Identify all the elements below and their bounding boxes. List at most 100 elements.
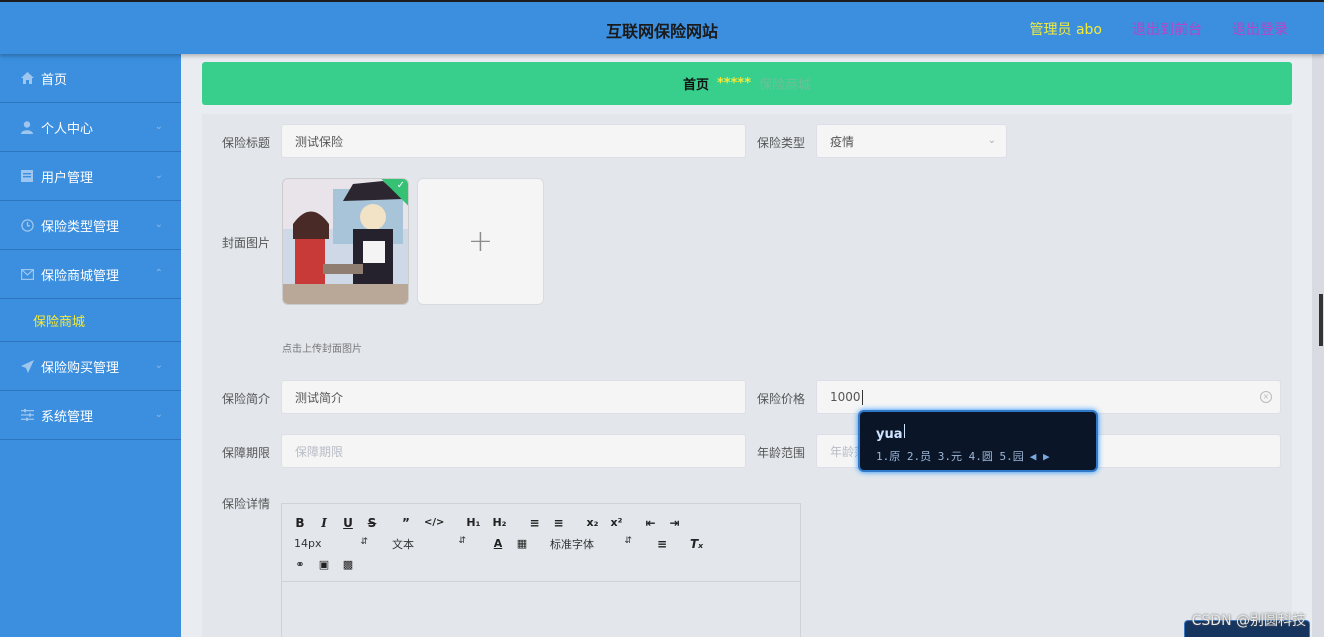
sidebar-item-home[interactable]: 首页 — [0, 54, 181, 103]
bullet-list-button[interactable]: ≡ — [552, 516, 564, 530]
heading1-button[interactable]: H₁ — [466, 516, 480, 529]
type-select[interactable]: 疫情 ⌄ — [816, 124, 1007, 158]
table-icon — [20, 169, 34, 183]
chevron-down-icon: ⌄ — [154, 170, 163, 181]
image-icon[interactable]: ▣ — [318, 558, 330, 571]
font-family-value: 标准字体 — [550, 537, 594, 551]
period-placeholder: 保障期限 — [295, 444, 344, 459]
font-size-select[interactable]: 14px ⇵ — [294, 537, 368, 550]
underline-button[interactable]: U — [342, 516, 354, 530]
admin-label: 管理员 abo — [1029, 22, 1102, 38]
send-icon — [20, 359, 34, 373]
clock-icon — [20, 218, 34, 232]
select-arrows-icon: ⇵ — [624, 535, 632, 546]
price-input[interactable]: 1000 × — [816, 380, 1281, 414]
sidebar-item-purchase[interactable]: 保险购买管理 ⌄ — [0, 342, 181, 391]
scrollbar-thumb[interactable] — [1319, 294, 1323, 346]
select-arrows-icon: ⇵ — [360, 537, 368, 547]
ime-candidates[interactable]: 1.原 2.员 3.元 4.圆 5.园 ◀ ▶ — [876, 448, 1050, 464]
insurance-form: 保险标题 测试保险 保险类型 疫情 ⌄ 封面图片 ✓ + 点击上传封面图片 保险… — [202, 114, 1292, 637]
user-icon — [20, 120, 34, 134]
upload-cover-button[interactable]: + — [417, 178, 544, 305]
heading2-button[interactable]: H₂ — [492, 516, 506, 529]
sidebar-item-label: 个人中心 — [41, 121, 94, 137]
price-label: 保险价格 — [757, 392, 806, 406]
title-label: 保险标题 — [222, 136, 271, 150]
sidebar-item-system[interactable]: 系统管理 ⌄ — [0, 391, 181, 440]
age-label: 年龄范围 — [757, 446, 806, 460]
title-input[interactable]: 测试保险 — [281, 124, 746, 158]
link-icon[interactable]: ⚭ — [294, 558, 306, 571]
clear-icon[interactable]: × — [1260, 391, 1272, 403]
chevron-up-icon: ⌃ — [154, 268, 163, 279]
period-label: 保障期限 — [222, 446, 271, 460]
ime-input-text: yua — [876, 427, 903, 442]
price-value: 1000 — [830, 390, 861, 404]
ime-page-arrows-icon[interactable]: ◀ ▶ — [1030, 450, 1050, 463]
sidebar-item-label: 用户管理 — [41, 170, 94, 186]
sidebar-item-label: 保险商城管理 — [41, 268, 120, 284]
code-button[interactable]: </> — [424, 517, 444, 528]
exit-to-front-link[interactable]: 退出到前台 — [1132, 19, 1202, 39]
sidebar-subitem-label: 保险商城 — [33, 314, 86, 330]
sliders-icon — [20, 408, 34, 422]
sidebar: 首页 个人中心 ⌄ 用户管理 ⌄ 保险类型管理 ⌄ 保险商城管理 ⌃ 保险商城 — [0, 54, 181, 637]
italic-button[interactable]: I — [318, 516, 330, 530]
detail-label: 保险详情 — [222, 497, 271, 511]
video-icon[interactable]: ▩ — [342, 558, 354, 571]
sidebar-subitem-mall[interactable]: 保险商城 — [0, 299, 181, 342]
breadcrumb-separator: ***** — [717, 76, 751, 91]
upload-hint: 点击上传封面图片 — [282, 344, 362, 355]
sidebar-item-insurance-type[interactable]: 保险类型管理 ⌄ — [0, 201, 181, 250]
subscript-button[interactable]: x₂ — [586, 516, 599, 529]
align-button[interactable]: ≡ — [656, 537, 668, 551]
cover-label: 封面图片 — [222, 236, 271, 250]
chevron-down-icon: ⌄ — [154, 360, 163, 371]
sidebar-item-personal[interactable]: 个人中心 ⌄ — [0, 103, 181, 152]
font-color-button[interactable]: A — [492, 537, 504, 550]
superscript-button[interactable]: x² — [610, 516, 623, 529]
breadcrumb-current: 保险商城 — [759, 78, 812, 93]
ordered-list-button[interactable]: ≡ — [528, 516, 540, 530]
logout-link[interactable]: 退出登录 — [1232, 19, 1288, 39]
home-icon — [20, 71, 34, 85]
text-caret — [861, 389, 863, 405]
ime-candidate-list: 1.原 2.员 3.元 4.圆 5.园 — [876, 450, 1024, 463]
intro-input[interactable]: 测试简介 — [281, 380, 746, 414]
sidebar-item-label: 首页 — [41, 72, 68, 88]
select-arrows-icon: ⇵ — [458, 535, 466, 546]
header-actions: 管理员 abo 退出到前台 退出登录 — [1030, 19, 1288, 39]
type-label: 保险类型 — [757, 136, 806, 150]
bold-button[interactable]: B — [294, 516, 306, 530]
cover-image-thumbnail[interactable]: ✓ — [282, 178, 409, 305]
background-color-button[interactable]: ▦ — [516, 537, 528, 550]
chevron-down-icon: ⌄ — [154, 121, 163, 132]
font-size-value: 14px — [294, 537, 322, 550]
outdent-button[interactable]: ⇤ — [644, 516, 656, 530]
ime-composition: yua — [876, 424, 905, 442]
page-scrollbar[interactable] — [1312, 54, 1324, 637]
indent-button[interactable]: ⇥ — [668, 516, 680, 530]
breadcrumb-home[interactable]: 首页 — [683, 74, 709, 93]
chevron-down-icon: ⌄ — [154, 409, 163, 420]
top-header: 互联网保险网站 管理员 abo 退出到前台 退出登录 — [0, 0, 1324, 54]
watermark: CSDN @别圆科技 — [1191, 613, 1306, 629]
chevron-down-icon: ⌄ — [154, 219, 163, 230]
sidebar-item-label: 系统管理 — [41, 409, 94, 425]
sidebar-item-mall-management[interactable]: 保险商城管理 ⌃ — [0, 250, 181, 299]
sidebar-item-label: 保险类型管理 — [41, 219, 120, 235]
ime-candidate-popup: yua 1.原 2.员 3.元 4.圆 5.园 ◀ ▶ — [858, 410, 1098, 472]
intro-value: 测试简介 — [295, 390, 344, 405]
title-value: 测试保险 — [295, 134, 344, 149]
clear-format-button[interactable]: Tₓ — [690, 537, 703, 551]
strike-button[interactable]: S — [366, 516, 378, 530]
sidebar-item-label: 保险购买管理 — [41, 360, 120, 376]
period-input[interactable]: 保障期限 — [281, 434, 746, 468]
text-style-select[interactable]: 文本 ⇵ — [392, 536, 466, 552]
rich-text-editor: B I U S ” </> H₁ H₂ ≡ ≡ x₂ x² ⇤ ⇥ 14px ⇵ … — [281, 503, 801, 637]
sidebar-item-users[interactable]: 用户管理 ⌄ — [0, 152, 181, 201]
intro-label: 保险简介 — [222, 392, 271, 406]
font-family-select[interactable]: 标准字体 ⇵ — [550, 536, 632, 552]
blockquote-button[interactable]: ” — [400, 516, 412, 530]
check-icon: ✓ — [396, 180, 405, 191]
